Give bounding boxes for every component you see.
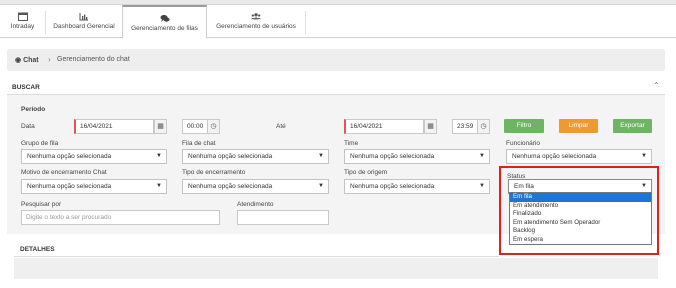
breadcrumb-current: Gerenciamento do chat (57, 56, 130, 63)
details-section-title: DETALHES (20, 246, 55, 253)
chat-icon (160, 15, 169, 22)
data-label: Data (21, 123, 35, 130)
clock-icon[interactable]: ◷ (207, 119, 220, 134)
chevron-up-icon[interactable]: ⌃ (653, 82, 661, 90)
calendar-icon (17, 12, 28, 21)
chat-small-icon: ◉ (15, 57, 24, 64)
exportar-button[interactable]: Exportar (613, 119, 652, 133)
fila-chat-select[interactable]: Nenhuma opção selecionada ▼ (182, 149, 329, 164)
funcionario-label: Funcionário (506, 140, 540, 147)
users-icon (251, 13, 261, 20)
chevron-down-icon: ▼ (318, 153, 324, 159)
motivo-select[interactable]: Nenhuma opção selecionada ▼ (21, 179, 167, 194)
tab-dashboard-gerencial[interactable]: Dashboard Gerencial (46, 5, 122, 38)
atendimento-input[interactable] (237, 210, 329, 225)
status-highlight-box (499, 166, 659, 255)
breadcrumb-root[interactable]: ◉ Chat (15, 56, 39, 64)
chevron-right-icon: › (48, 55, 51, 64)
tab-label: Intraday (10, 23, 35, 30)
search-section-title: BUSCAR (12, 84, 40, 91)
tab-divider (305, 11, 306, 34)
atendimento-label: Atendimento (237, 201, 274, 208)
periodo-heading: Período (21, 106, 46, 113)
calendar-icon[interactable]: ▦ (154, 119, 167, 134)
chevron-down-icon: ▼ (479, 153, 485, 159)
tipo-origem-label: Tipo de origem (344, 169, 388, 176)
tab-intraday[interactable]: Intraday (0, 5, 45, 38)
motivo-label: Motivo de encerramento Chat (21, 169, 107, 176)
time-label: Time (344, 140, 359, 147)
clock-icon[interactable]: ◷ (477, 119, 490, 134)
tipo-origem-select[interactable]: Nenhuma opção selecionada ▼ (344, 179, 490, 194)
filtro-button[interactable]: Filtro (504, 119, 544, 133)
limpar-button[interactable]: Limpar (559, 119, 598, 133)
bar-chart-icon (79, 13, 88, 21)
tab-label: Dashboard Gerencial (53, 23, 115, 30)
calendar-icon[interactable]: ▦ (424, 119, 437, 134)
fila-chat-label: Fila de chat (182, 140, 216, 147)
details-panel (14, 258, 658, 279)
grupo-fila-select[interactable]: Nenhuma opção selecionada ▼ (21, 149, 167, 164)
time-from-input[interactable]: 00:00 (182, 119, 208, 134)
chevron-down-icon: ▼ (156, 183, 162, 189)
chevron-down-icon: ▼ (318, 183, 324, 189)
tab-label: Gerenciamento de usuários (216, 23, 296, 30)
tab-gerenciamento-de-filas[interactable]: Gerenciamento de filas (122, 5, 207, 39)
tab-label: Gerenciamento de filas (131, 25, 198, 32)
date-to-input[interactable]: 16/04/2021 (344, 119, 424, 134)
ate-label: Até (276, 123, 286, 130)
pesquisar-label: Pesquisar por (21, 201, 62, 208)
tab-gerenciamento-de-usuarios[interactable]: Gerenciamento de usuários (207, 5, 305, 38)
time-select[interactable]: Nenhuma opção selecionada ▼ (344, 149, 490, 164)
chevron-down-icon: ▼ (479, 183, 485, 189)
search-input[interactable]: Digite o texto a ser procurado (21, 210, 220, 225)
tipo-encerramento-label: Tipo de encerramento (182, 169, 246, 176)
date-from-input[interactable]: 16/04/2021 (74, 119, 154, 134)
main-tabs: Intraday Dashboard Gerencial Gerenciamen… (0, 5, 676, 39)
grupo-fila-label: Grupo de fila (21, 140, 59, 147)
time-to-input[interactable]: 23:59 (452, 119, 478, 134)
divider (14, 256, 499, 257)
chevron-down-icon: ▼ (156, 153, 162, 159)
tipo-encerramento-select[interactable]: Nenhuma opção selecionada ▼ (182, 179, 329, 194)
funcionario-select[interactable]: Nenhuma opção selecionada ▼ (506, 149, 652, 164)
breadcrumb: ◉ Chat › Gerenciamento do chat (7, 49, 665, 71)
chevron-down-icon: ▼ (641, 153, 647, 159)
